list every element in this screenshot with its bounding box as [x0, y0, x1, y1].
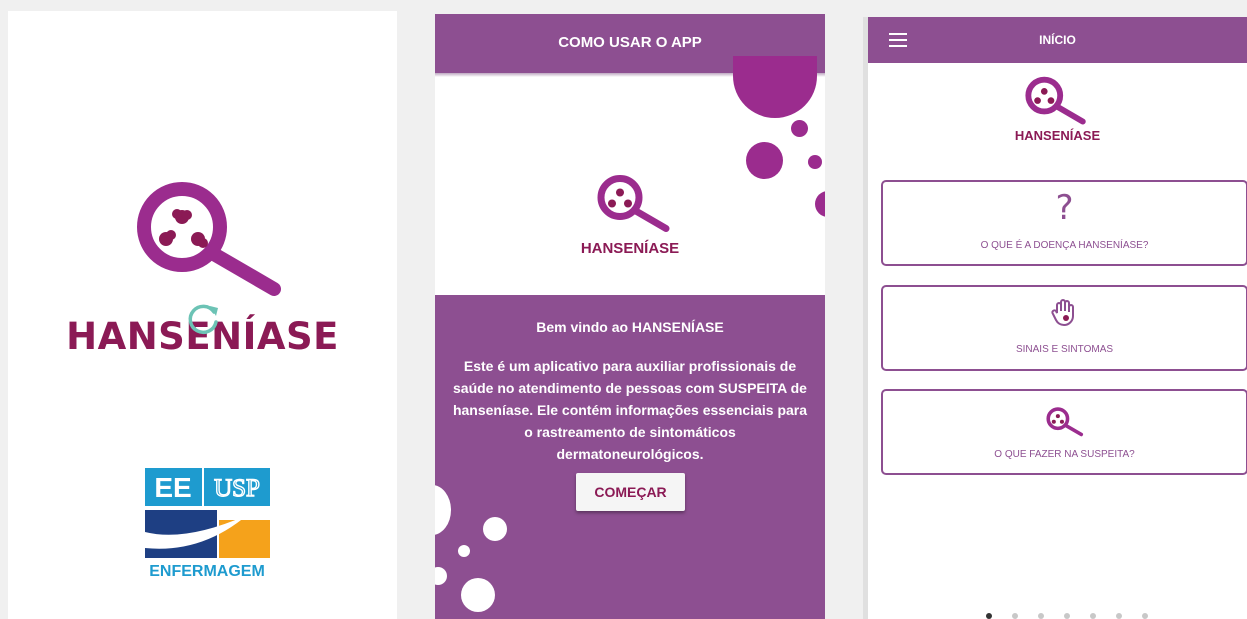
page-dot[interactable] — [1064, 613, 1070, 619]
welcome-panel: Bem vindo ao HANSENÍASE Este é um aplica… — [435, 295, 825, 619]
page-dot[interactable] — [1142, 613, 1148, 619]
decor-circle — [461, 578, 495, 612]
magnifier-logo-icon — [597, 175, 670, 232]
hamburger-menu-icon[interactable] — [889, 33, 907, 47]
ee-usp-logo: EE USP ENFERMAGEM — [145, 468, 270, 580]
decor-circle — [435, 567, 447, 585]
hand-icon — [1051, 299, 1074, 327]
loading-spinner-icon — [188, 304, 218, 335]
home-header-title: INÍCIO — [1039, 33, 1076, 47]
page-dot[interactable] — [1012, 613, 1018, 619]
card-signs-symptoms[interactable]: SINAIS E SINTOMAS — [881, 285, 1247, 371]
splash-screen: HANSENÍASE EE USP ENFERMAGEM — [8, 11, 397, 619]
start-button[interactable]: COMEÇAR — [576, 473, 685, 511]
card-what-is-disease[interactable]: ? O QUE É A DOENÇA HANSENÍASE? — [881, 180, 1247, 266]
magnifier-logo-icon — [1025, 76, 1086, 125]
ee-logo-text: EE — [154, 472, 191, 503]
decor-circle — [483, 517, 507, 541]
decor-circle — [733, 56, 817, 118]
magnifier-logo-icon — [137, 182, 281, 296]
page-dot[interactable] — [1038, 613, 1044, 619]
welcome-title: Bem vindo ao HANSENÍASE — [536, 319, 724, 335]
decor-circle — [435, 485, 451, 535]
magnifier-icon — [1046, 407, 1084, 437]
intro-screen: COMO USAR O APP HANSENÍASE Bem vindo ao … — [435, 14, 825, 619]
screen-edge — [863, 17, 868, 619]
card-label: SINAIS E SINTOMAS — [1015, 344, 1114, 355]
decor-circle — [791, 120, 808, 137]
app-brand-title: HANSENÍASE — [1014, 128, 1101, 143]
page-dot[interactable] — [986, 613, 992, 619]
decor-circle — [815, 191, 825, 217]
usp-logo-text: USP — [214, 475, 260, 502]
home-header: INÍCIO — [868, 17, 1247, 63]
app-description: Este é um aplicativo para auxiliar profi… — [452, 358, 808, 462]
page-dot[interactable] — [1116, 613, 1122, 619]
card-label: O QUE FAZER NA SUSPEITA? — [994, 449, 1135, 460]
card-what-to-do[interactable]: O QUE FAZER NA SUSPEITA? — [881, 389, 1247, 475]
decor-circle — [458, 545, 470, 557]
question-icon: ? — [1055, 188, 1074, 228]
page-dot[interactable] — [1090, 613, 1096, 619]
decor-circle — [808, 155, 822, 169]
home-screen: INÍCIO HANSENÍASE ? O QUE É A DOENÇA HAN… — [863, 17, 1247, 619]
card-label: O QUE É A DOENÇA HANSENÍASE? — [980, 240, 1149, 251]
app-brand-title: HANSENÍASE — [580, 240, 680, 257]
enfermagem-logo-text: ENFERMAGEM — [149, 563, 265, 580]
decor-circle — [746, 142, 783, 179]
